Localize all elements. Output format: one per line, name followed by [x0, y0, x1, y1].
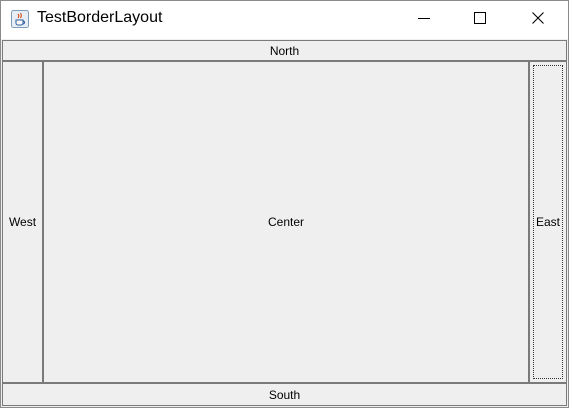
- west-button-label: West: [8, 215, 37, 229]
- java-coffee-cup-icon: [11, 10, 29, 28]
- south-button[interactable]: South: [2, 383, 567, 406]
- center-button[interactable]: Center: [43, 61, 529, 383]
- center-button-label: Center: [267, 215, 305, 229]
- application-window: TestBorderLayout North West Center East …: [0, 0, 569, 408]
- east-button-label: East: [535, 215, 560, 229]
- content-pane: North West Center East South: [1, 39, 568, 407]
- south-button-label: South: [268, 387, 301, 402]
- maximize-icon: [474, 11, 486, 29]
- window-title: TestBorderLayout: [37, 9, 163, 26]
- north-button[interactable]: North: [2, 40, 567, 61]
- maximize-button[interactable]: [457, 1, 503, 39]
- north-button-label: North: [269, 43, 300, 58]
- minimize-button[interactable]: [401, 1, 447, 39]
- close-button[interactable]: [515, 1, 561, 39]
- close-icon: [532, 11, 544, 29]
- minimize-icon: [418, 11, 430, 29]
- title-bar[interactable]: TestBorderLayout: [1, 1, 568, 39]
- east-button[interactable]: East: [529, 61, 567, 383]
- west-button[interactable]: West: [2, 61, 43, 383]
